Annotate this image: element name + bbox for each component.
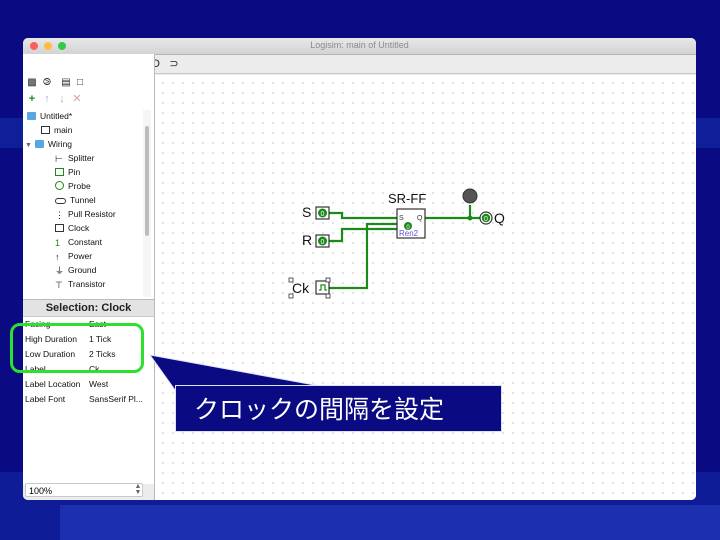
callout-box: クロックの間隔を設定 [175, 385, 502, 432]
callout-pointer [148, 354, 321, 391]
